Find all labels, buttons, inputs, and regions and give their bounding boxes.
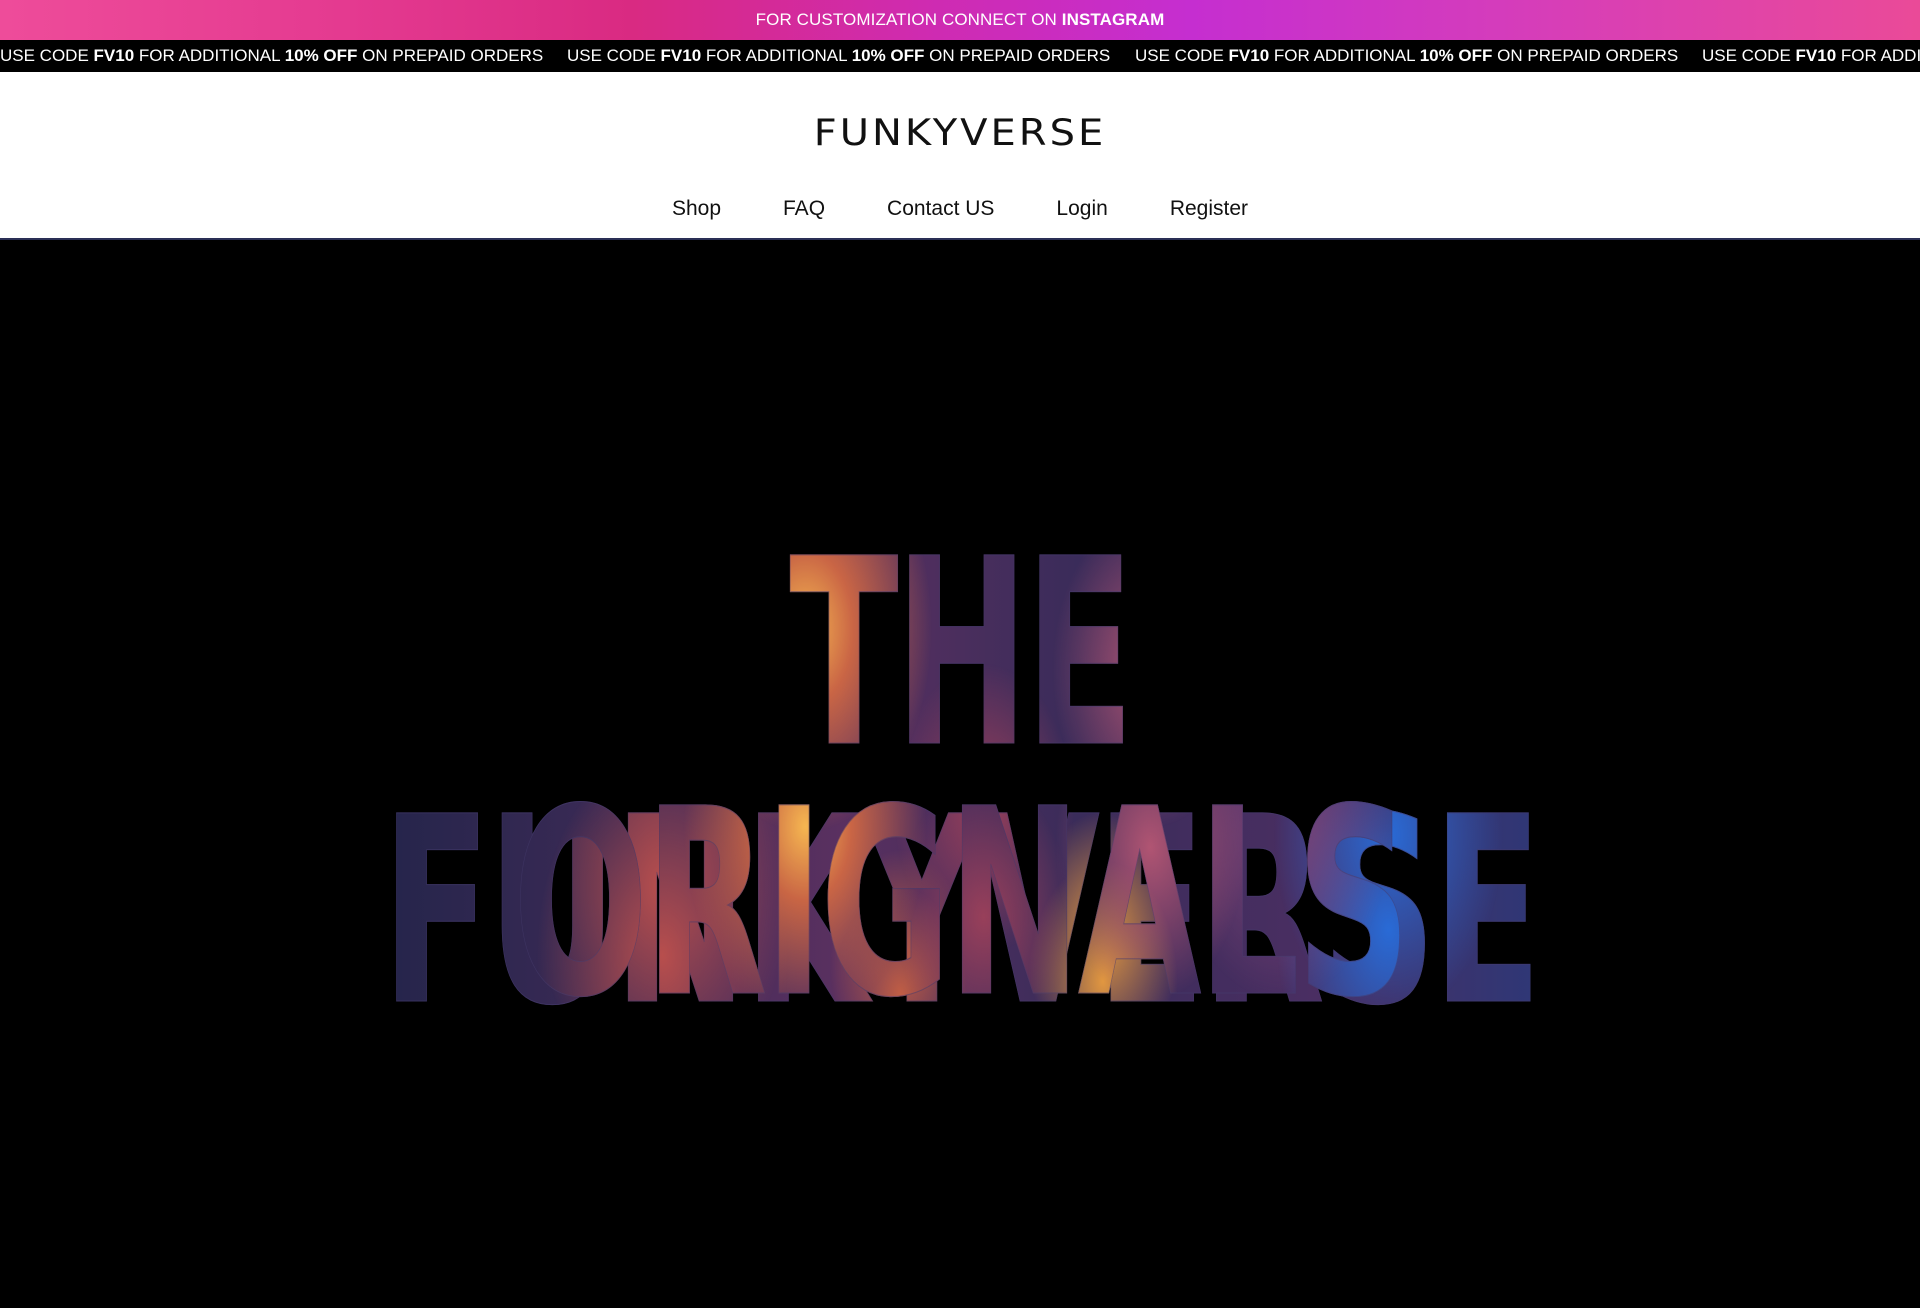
instagram-link[interactable]: INSTAGRAM (1062, 10, 1165, 30)
promo-text: FOR CUSTOMIZATION CONNECT ON (755, 10, 1062, 29)
hero-title-line-2: ORIGNALS (364, 775, 1556, 1034)
nav-contact-us[interactable]: Contact US (856, 196, 1025, 222)
ticker-item: USE CODE FV10 FOR ADDITIONAL 10% OFF ON … (567, 46, 1111, 65)
promo-bar: FOR CUSTOMIZATION CONNECT ON INSTAGRAM (0, 0, 1920, 40)
nav-shop[interactable]: Shop (641, 196, 752, 222)
site-header: FUNKYVERSE Shop FAQ Contact US Login Reg… (0, 72, 1920, 240)
site-logo[interactable]: FUNKYVERSE (0, 112, 1920, 154)
ticker-item: USE CODE FV10 FOR ADDITI (1702, 46, 1920, 65)
main-nav: Shop FAQ Contact US Login Register (0, 196, 1920, 222)
ticker-item: USE CODE FV10 FOR ADDITIONAL 10% OFF ON … (0, 46, 544, 65)
discount-ticker: USE CODE FV10 FOR ADDITIONAL 10% OFF ON … (0, 40, 1920, 72)
nav-register[interactable]: Register (1139, 196, 1279, 222)
ticker-item: USE CODE FV10 FOR ADDITIONAL 10% OFF ON … (1135, 46, 1679, 65)
nav-faq[interactable]: FAQ (752, 196, 856, 222)
hero-banner: THE FUNKYVERSE ORIGNALS (0, 242, 1920, 1308)
nav-login[interactable]: Login (1025, 196, 1138, 222)
